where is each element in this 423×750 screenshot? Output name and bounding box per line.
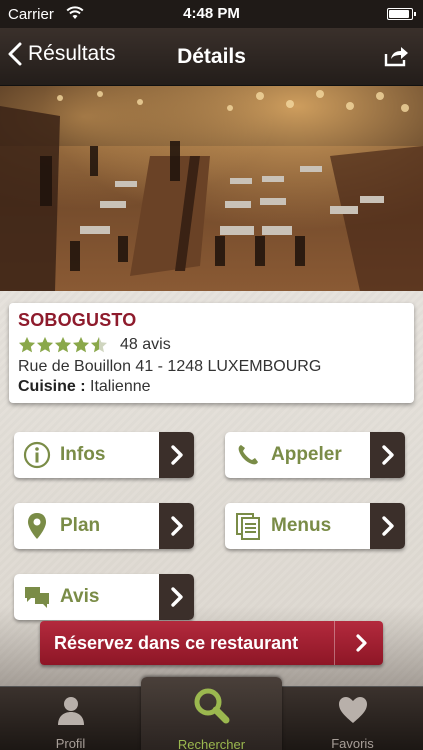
appeler-button[interactable]: Appeler	[225, 432, 405, 478]
reserve-label: Réservez dans ce restaurant	[54, 632, 299, 653]
tab-favoris[interactable]: Favoris	[282, 687, 423, 750]
chevron-right-icon	[159, 574, 194, 620]
restaurant-info-card: SOBOGUSTO 48 avis Rue de Bouillon 41 - 1…	[9, 303, 414, 403]
navigation-bar: Résultats Détails	[0, 28, 423, 86]
cuisine-label: Cuisine :	[18, 378, 86, 395]
infos-button[interactable]: Infos	[14, 432, 194, 478]
menus-label: Menus	[271, 515, 332, 536]
rating-row: 48 avis	[18, 336, 405, 354]
tab-profil[interactable]: Profil	[0, 687, 141, 750]
plan-button[interactable]: Plan	[14, 503, 194, 549]
chevron-right-icon	[370, 503, 405, 549]
tab-rechercher[interactable]: Rechercher	[141, 677, 282, 750]
star-icon	[19, 337, 35, 353]
map-pin-icon	[22, 511, 52, 541]
chevron-right-icon	[356, 634, 367, 652]
star-icon	[73, 337, 89, 353]
star-icon	[37, 337, 53, 353]
tab-bar: Profil Rechercher Favoris	[0, 677, 423, 750]
search-icon	[192, 688, 232, 724]
person-icon	[55, 693, 87, 726]
chevron-right-icon	[370, 432, 405, 478]
star-icon	[55, 337, 71, 353]
tab-label: Profil	[55, 736, 86, 750]
appeler-label: Appeler	[271, 444, 342, 465]
restaurant-name: SOBOGUSTO	[18, 310, 137, 330]
clock: 4:48 PM	[183, 5, 240, 22]
avis-button[interactable]: Avis	[14, 574, 194, 620]
infos-label: Infos	[60, 444, 106, 465]
plan-label: Plan	[60, 515, 101, 536]
info-icon	[22, 440, 52, 470]
restaurant-address: Rue de Bouillon 41 - 1248 LUXEMBOURG	[18, 358, 322, 375]
tab-label: Favoris	[331, 736, 374, 750]
battery-icon	[387, 8, 416, 20]
star-icon	[91, 337, 107, 353]
back-button[interactable]: Résultats	[8, 42, 116, 66]
share-icon[interactable]	[383, 44, 409, 68]
cuisine-row: Cuisine : Italienne	[18, 378, 405, 396]
chat-bubbles-icon	[22, 582, 52, 612]
status-bar: Carrier 4:48 PM	[0, 0, 423, 28]
restaurant-photo	[0, 86, 423, 291]
chevron-right-icon	[159, 432, 194, 478]
chevron-right-icon	[159, 503, 194, 549]
cuisine-value: Italienne	[90, 378, 151, 395]
heart-icon	[337, 693, 369, 726]
reserve-button[interactable]: Réservez dans ce restaurant	[40, 621, 383, 665]
document-icon	[233, 511, 263, 541]
phone-icon	[233, 440, 263, 470]
menus-button[interactable]: Menus	[225, 503, 405, 549]
tab-label: Rechercher	[177, 737, 246, 750]
review-count: 48 avis	[120, 336, 171, 353]
avis-label: Avis	[60, 586, 100, 607]
star-rating	[18, 336, 108, 354]
back-button-label: Résultats	[28, 42, 116, 65]
reserve-divider	[334, 621, 335, 665]
chevron-left-icon	[8, 42, 22, 66]
